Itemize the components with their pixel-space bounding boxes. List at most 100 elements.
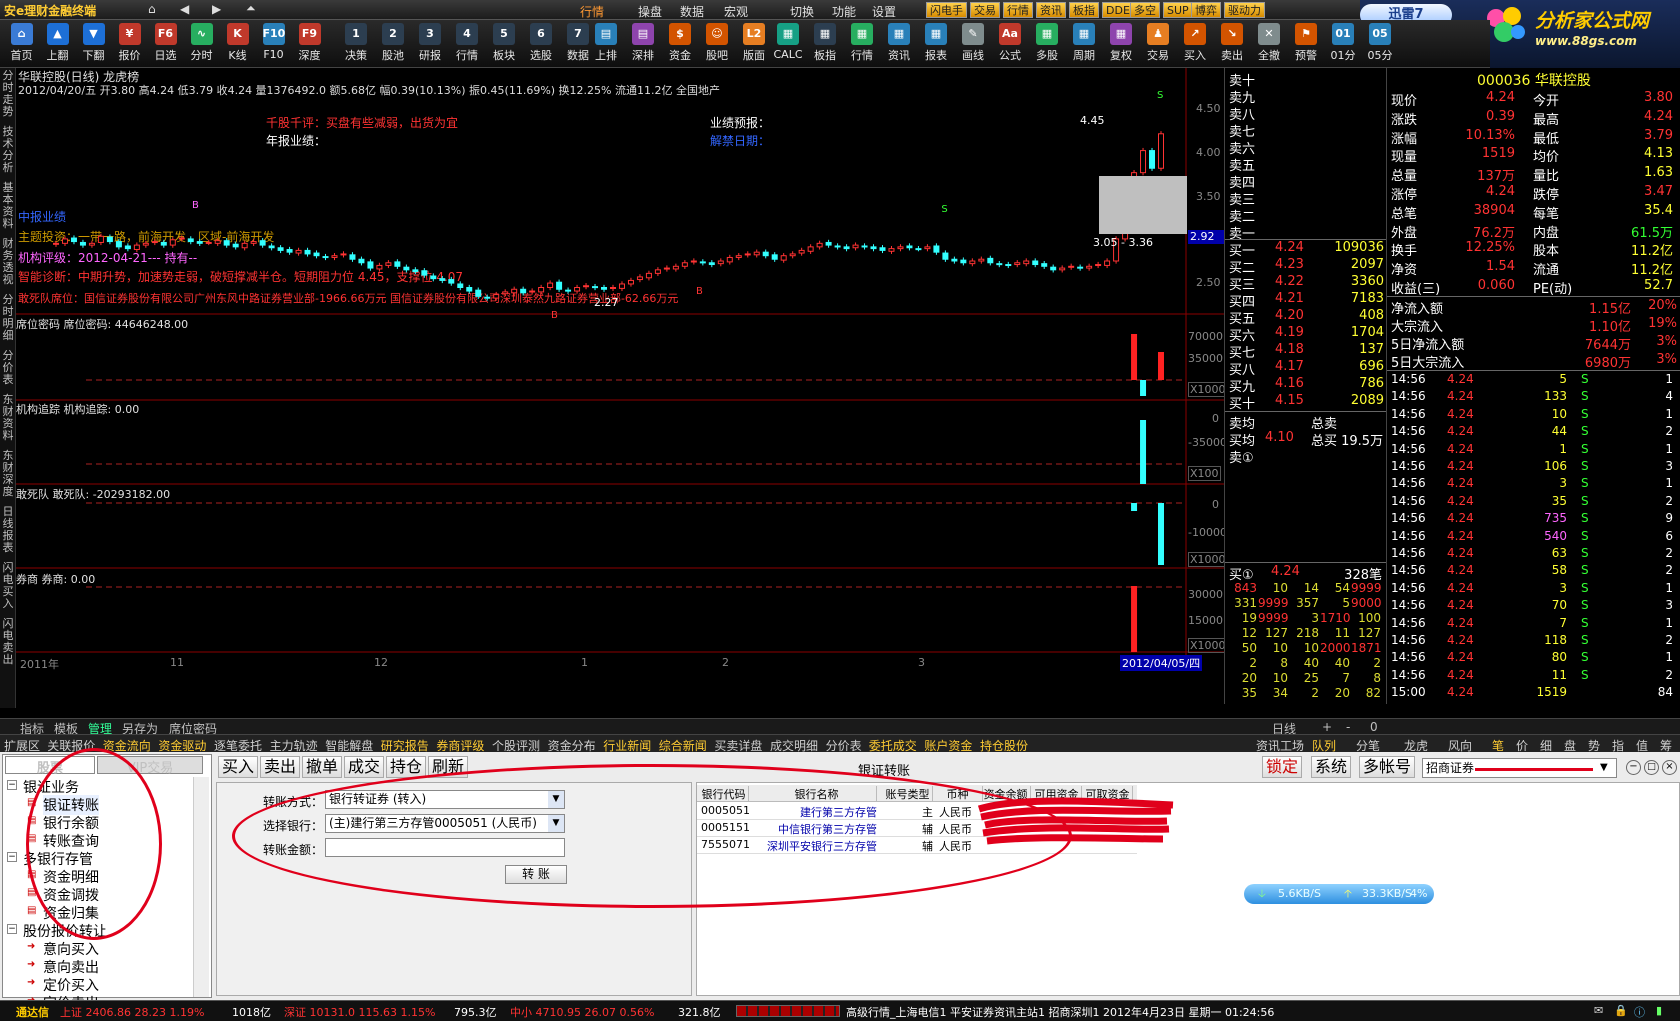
close-icon[interactable]: × [1662, 760, 1677, 775]
badge-info[interactable]: 资讯 [1036, 2, 1066, 18]
badge-sup[interactable]: SUP [1163, 2, 1193, 18]
action-button-0[interactable]: 买入 [218, 756, 259, 778]
toolbar-label: 日选 [154, 49, 177, 62]
badge-longshort[interactable]: 多空 [1130, 2, 1160, 18]
toolbar-button-19[interactable]: ☺ 股吧 [699, 22, 735, 66]
toolbar-button-16[interactable]: ▤ 上排 [588, 22, 624, 66]
toolbar-button-37[interactable]: 05 05分 [1362, 22, 1398, 66]
toolbar-button-27[interactable]: Aa 公式 [992, 22, 1028, 66]
indicator-right-1[interactable]: + [1322, 720, 1332, 734]
forward-icon[interactable]: ▶ [212, 2, 221, 16]
toolbar-button-24[interactable]: ▦ 资讯 [881, 22, 917, 66]
indicator-right-3[interactable]: 0 [1370, 720, 1378, 734]
toolbar-button-32[interactable]: ↗ 买入 [1177, 22, 1213, 66]
toolbar-button-1[interactable]: ▲ 上翻 [40, 22, 75, 66]
tree-scrollbar[interactable] [193, 777, 209, 997]
action-button-3[interactable]: 成交 [344, 756, 385, 778]
sell-level-label: 卖一 [1229, 227, 1256, 242]
vtab-1[interactable]: 技术分析 [1, 126, 15, 174]
indicator-right-2[interactable]: - [1346, 720, 1350, 734]
restore-icon[interactable]: □ [1644, 760, 1659, 775]
toolbar-button-29[interactable]: ▦ 周期 [1066, 22, 1102, 66]
menu-settings[interactable]: 设置 [872, 3, 896, 20]
toolbar-button-25[interactable]: ▦ 报表 [918, 22, 954, 66]
toolbar-button-2[interactable]: ▼ 下翻 [76, 22, 111, 66]
toolbar-button-35[interactable]: ⚑ 预警 [1288, 22, 1324, 66]
toolbar-button-23[interactable]: ▦ 行情 [844, 22, 880, 66]
menu-function[interactable]: 功能 [832, 3, 856, 20]
back-icon[interactable]: ◀ [180, 2, 189, 16]
toolbar-button-26[interactable]: ✎ 画线 [955, 22, 991, 66]
toolbar-button-5[interactable]: ∿ 分时 [184, 22, 219, 66]
tree-item-10[interactable]: 意向卖出 [43, 957, 99, 977]
system-button[interactable]: 系统 [1311, 756, 1352, 778]
collapse-icon[interactable]: ⏶ [246, 1, 256, 16]
toolbar-button-3[interactable]: ¥ 报价 [112, 22, 147, 66]
vtab-9[interactable]: 闪电买入 [1, 562, 15, 610]
toolbar-button-34[interactable]: ✕ 全撤 [1251, 22, 1287, 66]
toolbar-button-22[interactable]: ▦ 板指 [807, 22, 843, 66]
kline-chart[interactable]: 华联控股(日线) 龙虎榜 2012/04/20/五 开3.80 高4.24 低3… [16, 68, 1228, 704]
menu-quotes[interactable]: 行情 [580, 3, 604, 20]
toolbar-1-icon: ▲ [46, 23, 69, 45]
candle-body [726, 256, 733, 263]
vtab-3[interactable]: 财务透视 [1, 238, 15, 286]
action-button-1[interactable]: 卖出 [260, 756, 301, 778]
vtab-0[interactable]: 分时走势 [1, 70, 15, 118]
home-icon[interactable]: ⌂ [148, 2, 156, 16]
vtab-2[interactable]: 基本资料 [1, 182, 15, 230]
badge-index[interactable]: 板指 [1069, 2, 1099, 18]
toolbar-button-9[interactable]: 1 决策 [338, 22, 374, 66]
expand-icon[interactable]: − [7, 780, 17, 790]
badge-flash[interactable]: 闪电手 [926, 2, 967, 18]
tree-item-11[interactable]: 定价买入 [43, 975, 99, 995]
expand-icon[interactable]: − [7, 852, 17, 862]
vtab-7[interactable]: 东财深度 [1, 450, 15, 498]
toolbar-button-8[interactable]: F9 深度 [292, 22, 327, 66]
toolbar-button-31[interactable]: ♟ 交易 [1140, 22, 1176, 66]
minimize-icon[interactable]: − [1626, 760, 1641, 775]
info-icon[interactable]: ⓘ [1634, 1004, 1645, 1020]
toolbar-button-11[interactable]: 3 研报 [412, 22, 448, 66]
lock-button[interactable]: 锁定 [1262, 756, 1303, 778]
toolbar-button-6[interactable]: K K线 [220, 22, 255, 66]
vtab-10[interactable]: 闪电卖出 [1, 618, 15, 666]
toolbar-button-7[interactable]: F10 F10 [256, 22, 291, 66]
badge-quote[interactable]: 行情 [1003, 2, 1033, 18]
vtab-4[interactable]: 分时明细 [1, 294, 15, 342]
tick-count: 6 [1665, 528, 1673, 543]
menu-switch[interactable]: 切换 [790, 3, 814, 20]
toolbar-button-36[interactable]: 01 01分 [1325, 22, 1361, 66]
menu-trading[interactable]: 操盘 [638, 3, 662, 20]
menu-macro[interactable]: 宏观 [724, 3, 748, 20]
toolbar-button-13[interactable]: 5 板块 [486, 22, 522, 66]
mail-icon[interactable]: ✉ [1594, 1004, 1603, 1017]
toolbar-button-20[interactable]: L2 版面 [736, 22, 772, 66]
lock-icon[interactable]: 🔒 [1614, 1004, 1628, 1017]
vtab-8[interactable]: 日线报表 [1, 506, 15, 554]
badge-drive[interactable]: 驱动力 [1224, 2, 1265, 18]
toolbar-button-0[interactable]: ⌂ 首页 [4, 22, 39, 66]
toolbar-button-28[interactable]: ▦ 多股 [1029, 22, 1065, 66]
toolbar-button-33[interactable]: ↘ 卖出 [1214, 22, 1250, 66]
badge-game[interactable]: 博弈 [1191, 2, 1221, 18]
multi-account-button[interactable]: 多帐号 [1359, 756, 1416, 778]
toolbar-button-12[interactable]: 4 行情 [449, 22, 485, 66]
account-select[interactable]: 招商证券 ▼ [1422, 758, 1617, 778]
toolbar-button-14[interactable]: 6 选股 [523, 22, 559, 66]
toolbar-button-10[interactable]: 2 股池 [375, 22, 411, 66]
toolbar-button-21[interactable]: ▦ CALC [770, 22, 806, 66]
tree-item-9[interactable]: 意向买入 [43, 939, 99, 959]
vtab-6[interactable]: 东财资料 [1, 394, 15, 442]
toolbar-button-18[interactable]: $ 资金 [662, 22, 698, 66]
menu-data[interactable]: 数据 [680, 3, 704, 20]
expand-icon[interactable]: − [7, 924, 17, 934]
vtab-5[interactable]: 分价表 [1, 350, 15, 386]
action-button-2[interactable]: 撤单 [302, 756, 343, 778]
tick-price: 4.24 [1447, 372, 1474, 386]
toolbar-button-4[interactable]: F6 日选 [148, 22, 183, 66]
toolbar-button-30[interactable]: ▦ 复权 [1103, 22, 1139, 66]
toolbar-button-17[interactable]: ▤ 深排 [625, 22, 661, 66]
badge-trade[interactable]: 交易 [970, 2, 1000, 18]
action-button-4[interactable]: 持仓 [386, 756, 427, 778]
